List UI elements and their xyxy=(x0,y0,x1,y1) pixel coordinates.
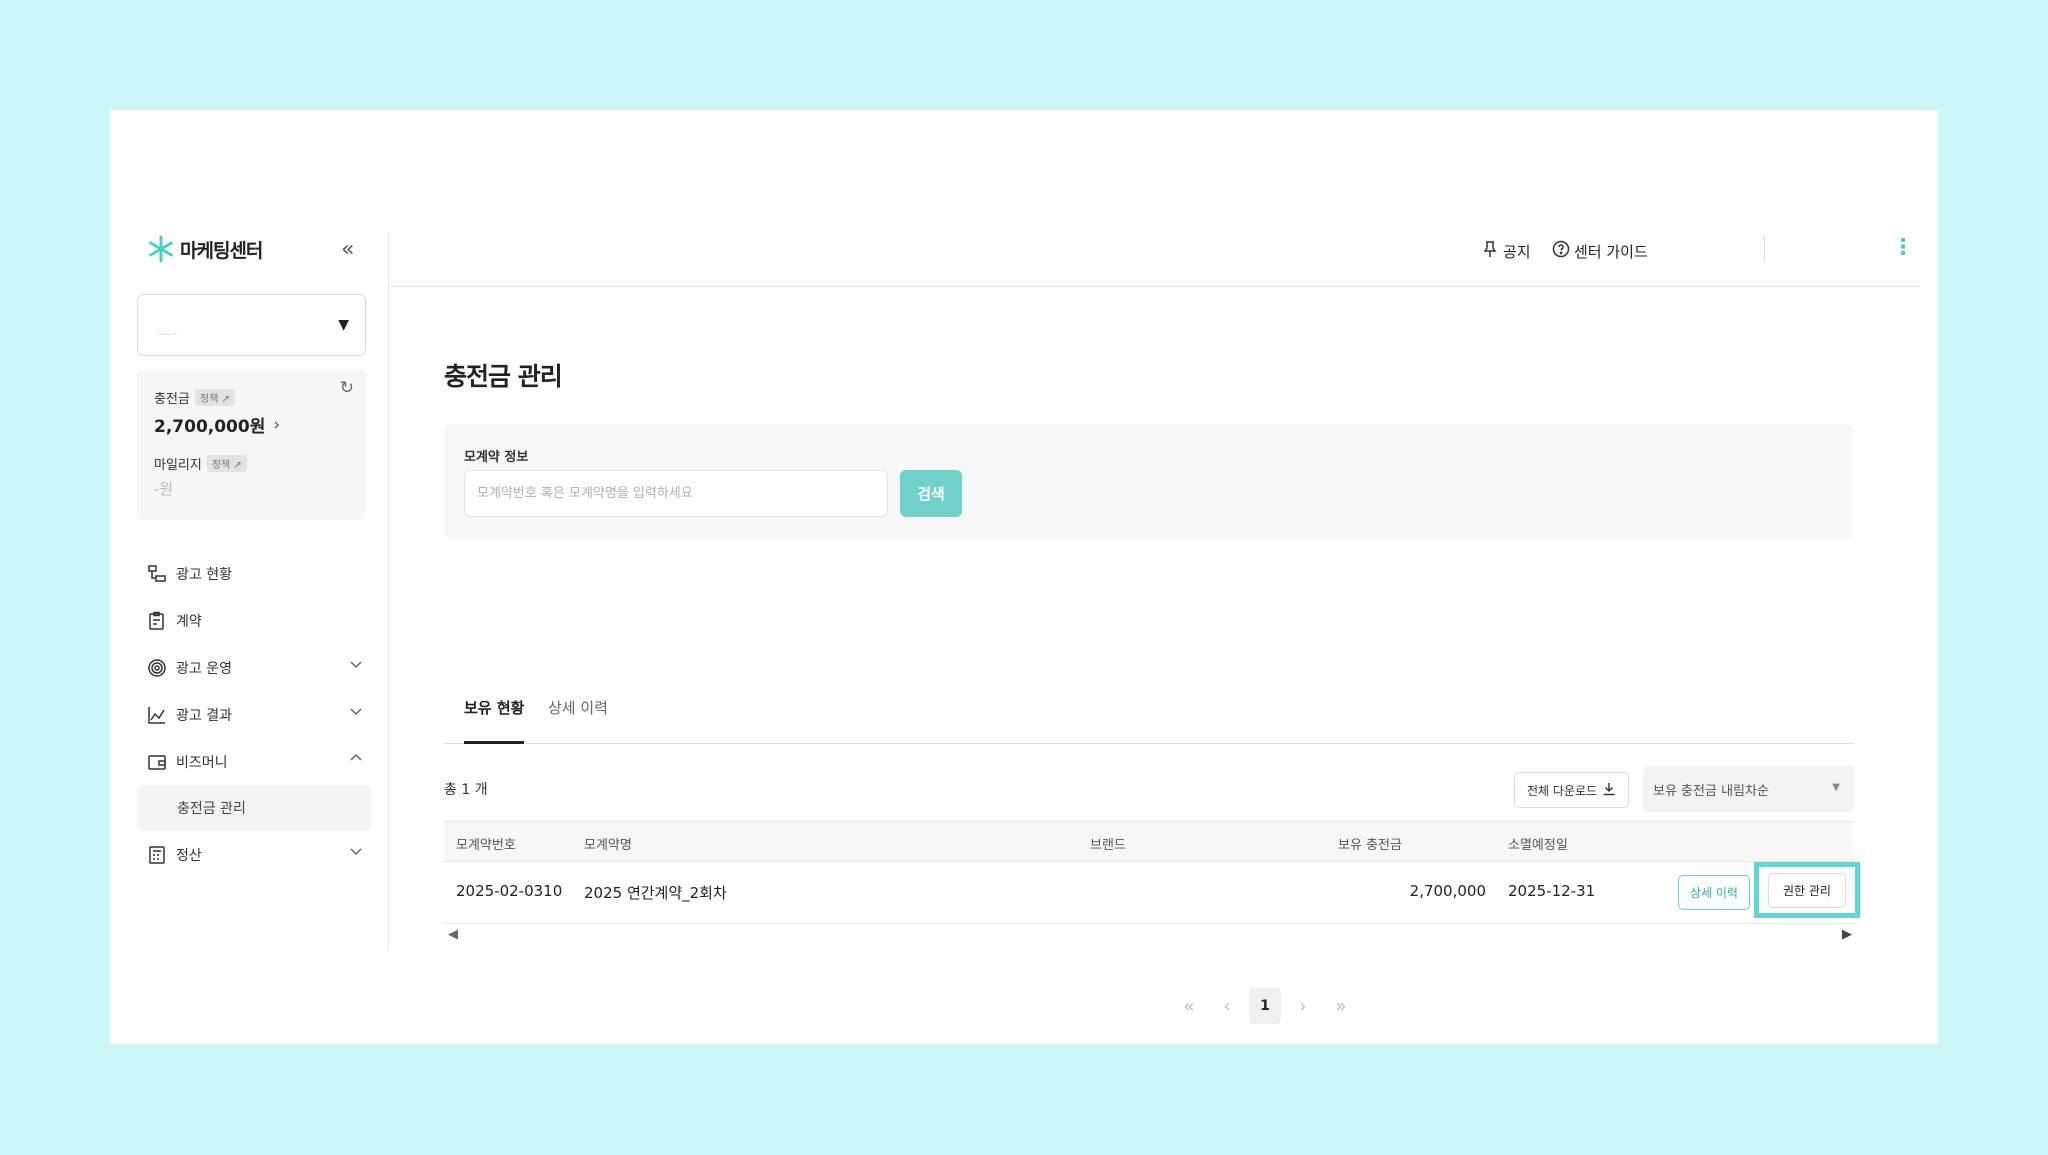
logo[interactable]: 마케팅센터 xyxy=(146,230,366,268)
detail-history-button[interactable]: 상세 이력 xyxy=(1678,875,1750,910)
first-page-icon[interactable]: « xyxy=(1173,988,1205,1024)
caret-down-icon: ▼ xyxy=(1832,782,1840,793)
download-all-button[interactable]: 전체 다운로드 xyxy=(1514,772,1629,808)
search-button[interactable]: 검색 xyxy=(900,470,962,517)
download-icon xyxy=(1602,782,1616,799)
refresh-icon[interactable]: ↻ xyxy=(340,378,354,398)
caret-down-icon: ▼ xyxy=(338,317,349,333)
sort-select[interactable]: 보유 충전금 내림차순 ▼ xyxy=(1643,766,1854,812)
sidebar-item-contract[interactable]: 계약 xyxy=(134,597,374,644)
pagination: « ‹ 1 › » xyxy=(1170,988,1360,1024)
cell-contract-name: 2025 연간계약_2회차 xyxy=(584,884,727,902)
header-contract-no: 모계약번호 xyxy=(456,838,516,853)
more-options-icon[interactable]: ⋮ xyxy=(1892,235,1914,260)
total-count: 총 1 개 xyxy=(444,782,488,798)
header-expiry: 소멸예정일 xyxy=(1508,838,1568,853)
sidebar-item-ad-status[interactable]: 광고 현황 xyxy=(134,550,374,597)
search-input[interactable] xyxy=(464,470,888,517)
permission-management-button[interactable]: 권한 관리 xyxy=(1768,872,1846,908)
chevron-up-icon xyxy=(348,750,364,770)
ad-status-icon xyxy=(146,563,168,585)
account-avatar xyxy=(154,325,180,335)
ad-operation-icon xyxy=(146,657,168,679)
collapse-sidebar-icon[interactable]: « xyxy=(341,237,354,262)
sidebar-item-bizmoney[interactable]: 비즈머니 xyxy=(134,738,374,785)
cell-expiry: 2025-12-31 xyxy=(1508,882,1596,900)
next-page-icon[interactable]: › xyxy=(1287,988,1319,1024)
page-1[interactable]: 1 xyxy=(1249,988,1281,1024)
app-title: 마케팅센터 xyxy=(180,239,263,262)
cell-balance: 2,700,000 xyxy=(1409,882,1486,900)
notice-link[interactable]: 공지 xyxy=(1481,240,1531,262)
mileage-label: 마일리지 정책 ↗ xyxy=(154,454,247,473)
balance-panel: 충전금 정책 ↗ ↻ 2,700,000원 › 마일리지 정책 ↗ -원 xyxy=(137,370,366,520)
mileage-value: -원 xyxy=(154,480,174,498)
tab-detail-history[interactable]: 상세 이력 xyxy=(548,697,608,744)
page-title: 충전금 관리 xyxy=(444,362,563,391)
header-balance: 보유 충전금 xyxy=(1338,838,1402,853)
top-bar: 공지 센터 가이드 ⋮ xyxy=(389,230,1920,287)
snowflake-logo-icon xyxy=(146,234,176,264)
scroll-right-icon[interactable]: ▶ xyxy=(1842,927,1852,942)
sidebar-item-settlement[interactable]: 정산 xyxy=(134,831,374,878)
last-page-icon[interactable]: » xyxy=(1325,988,1357,1024)
charge-value[interactable]: 2,700,000원 › xyxy=(154,412,281,438)
topbar-divider xyxy=(1764,236,1765,262)
table-row: 2025-02-0310 2025 연간계약_2회차 2,700,000 202… xyxy=(444,862,1860,924)
chevron-down-icon xyxy=(348,703,364,723)
contract-icon xyxy=(146,610,168,632)
header-brand: 브랜드 xyxy=(1090,838,1126,853)
sidebar-item-ad-operation[interactable]: 광고 운영 xyxy=(134,644,374,691)
permission-button-highlight: 권한 관리 xyxy=(1754,862,1860,918)
settlement-icon xyxy=(146,844,168,866)
pin-icon xyxy=(1481,240,1499,262)
sidebar-item-ad-result[interactable]: 광고 결과 xyxy=(134,691,374,738)
account-select[interactable]: ▼ xyxy=(137,294,366,356)
chevron-down-icon xyxy=(348,843,364,863)
chevron-down-icon xyxy=(348,656,364,676)
ad-result-icon xyxy=(146,704,168,726)
app-frame: 마케팅센터 « ▼ 충전금 정책 ↗ ↻ 2,700,000원 › 마일리지 정… xyxy=(110,110,1938,1044)
sidebar: 마케팅센터 « ▼ 충전금 정책 ↗ ↻ 2,700,000원 › 마일리지 정… xyxy=(134,230,389,950)
header-contract-name: 모계약명 xyxy=(584,838,632,853)
cell-contract-no: 2025-02-0310 xyxy=(456,882,563,900)
search-panel: 모계약 정보 검색 xyxy=(444,424,1854,540)
chevron-right-icon: › xyxy=(273,414,281,435)
sidebar-nav: 광고 현황 계약 광고 운영 광고 결과 비즈머니 충전금 관리 정산 xyxy=(134,550,374,878)
search-label: 모계약 정보 xyxy=(464,450,529,465)
tab-bar: 보유 현황 상세 이력 xyxy=(444,673,1854,744)
center-guide-link[interactable]: 센터 가이드 xyxy=(1552,240,1648,262)
horizontal-scrollbar[interactable]: ◀ ▶ xyxy=(444,927,1854,943)
prev-page-icon[interactable]: ‹ xyxy=(1211,988,1243,1024)
sidebar-subitem-charge-management[interactable]: 충전금 관리 xyxy=(137,785,371,831)
scroll-left-icon[interactable]: ◀ xyxy=(448,927,458,942)
charge-label: 충전금 정책 ↗ xyxy=(154,388,235,407)
charge-policy-link[interactable]: 정책 ↗ xyxy=(194,389,235,406)
help-icon xyxy=(1552,240,1570,262)
wallet-icon xyxy=(146,751,168,773)
table-header: 모계약번호 모계약명 브랜드 보유 충전금 소멸예정일 xyxy=(444,821,1854,862)
mileage-policy-link[interactable]: 정책 ↗ xyxy=(206,455,247,472)
tab-holding-status[interactable]: 보유 현황 xyxy=(464,697,525,744)
